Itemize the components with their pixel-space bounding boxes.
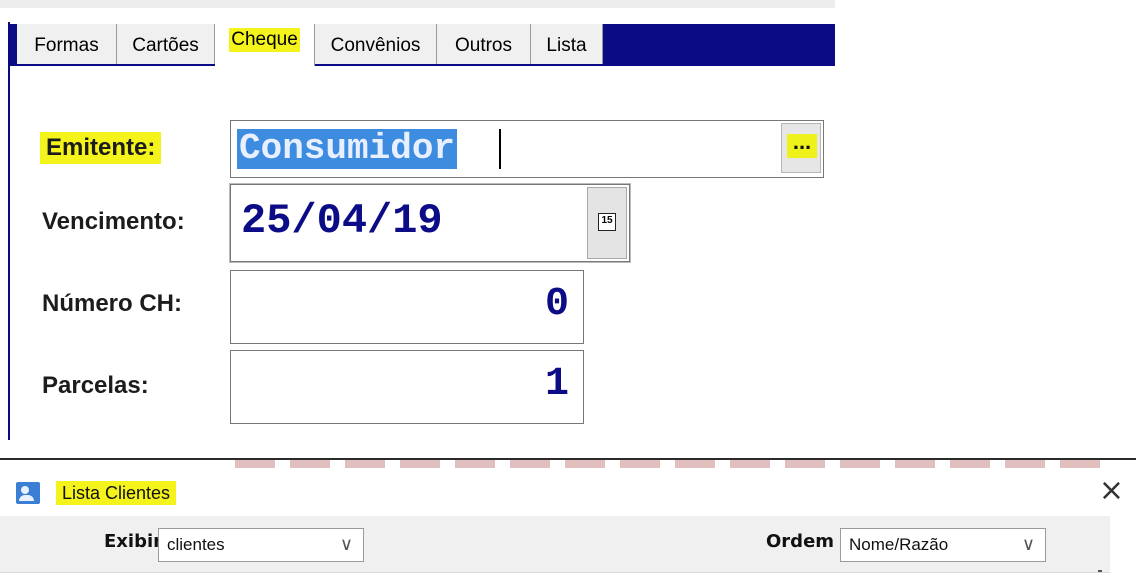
vencimento-label: Vencimento: bbox=[42, 208, 185, 235]
calendar-icon: 15 bbox=[598, 213, 616, 231]
close-icon[interactable]: × bbox=[1099, 474, 1124, 508]
exibir-select-value: clientes bbox=[167, 535, 225, 554]
ordem-label: Ordem bbox=[766, 531, 835, 552]
tab-cheque-label: Cheque bbox=[229, 28, 300, 52]
ordem-select[interactable]: Nome/Razão ∨ bbox=[840, 528, 1046, 562]
tab-outros-label: Outros bbox=[454, 35, 513, 56]
tab-cartoes-label: Cartões bbox=[132, 35, 199, 56]
chevron-down-icon: ∨ bbox=[339, 534, 353, 555]
top-strip bbox=[0, 0, 835, 8]
browse-emitente-button[interactable]: ... bbox=[781, 123, 821, 173]
filter-bar: Exibir clientes ∨ Ordem Nome/Razão ∨ bbox=[0, 516, 1110, 573]
numero-ch-field[interactable]: 0 bbox=[230, 270, 584, 344]
ellipsis-icon: ... bbox=[787, 131, 817, 158]
chevron-down-icon: ∨ bbox=[1021, 534, 1035, 555]
calendar-button[interactable]: 15 bbox=[587, 187, 627, 259]
parcelas-value: 1 bbox=[544, 362, 569, 407]
tab-cheque[interactable]: Cheque bbox=[215, 24, 315, 66]
tab-formas-label: Formas bbox=[34, 35, 99, 56]
vencimento-field[interactable]: 25/04/19 15 bbox=[230, 184, 630, 262]
ordem-select-value: Nome/Razão bbox=[849, 535, 949, 554]
tab-convenios-label: Convênios bbox=[330, 35, 421, 56]
exibir-select[interactable]: clientes ∨ bbox=[158, 528, 364, 562]
window-title: Lista Clientes bbox=[56, 481, 177, 505]
tab-lista-label: Lista bbox=[546, 35, 587, 56]
tab-lista[interactable]: Lista bbox=[531, 24, 603, 64]
vencimento-value: 25/04/19 bbox=[241, 197, 443, 245]
panel-left-border bbox=[8, 22, 10, 440]
numero-ch-label: Número CH: bbox=[42, 290, 183, 317]
user-list-icon bbox=[16, 482, 40, 504]
emitente-value: Consumidor bbox=[237, 128, 458, 169]
exibir-label: Exibir bbox=[104, 531, 163, 552]
parcelas-label: Parcelas: bbox=[42, 372, 149, 399]
emitente-label: Emitente: bbox=[40, 132, 162, 164]
parcelas-field[interactable]: 1 bbox=[230, 350, 584, 424]
tab-formas[interactable]: Formas bbox=[17, 24, 117, 64]
tab-cartoes[interactable]: Cartões bbox=[117, 24, 215, 64]
scroll-tick bbox=[1098, 570, 1102, 572]
text-caret bbox=[499, 129, 501, 169]
window-title-bar: Lista Clientes × bbox=[0, 468, 1136, 516]
tab-bar: Formas Cartões Cheque Convênios Outros L… bbox=[10, 24, 835, 66]
tab-outros[interactable]: Outros bbox=[437, 24, 531, 64]
background-ghost-text bbox=[235, 460, 1115, 468]
numero-ch-value: 0 bbox=[544, 282, 569, 327]
tab-convenios[interactable]: Convênios bbox=[315, 24, 437, 64]
emitente-field[interactable]: Consumidor ... bbox=[230, 120, 824, 178]
